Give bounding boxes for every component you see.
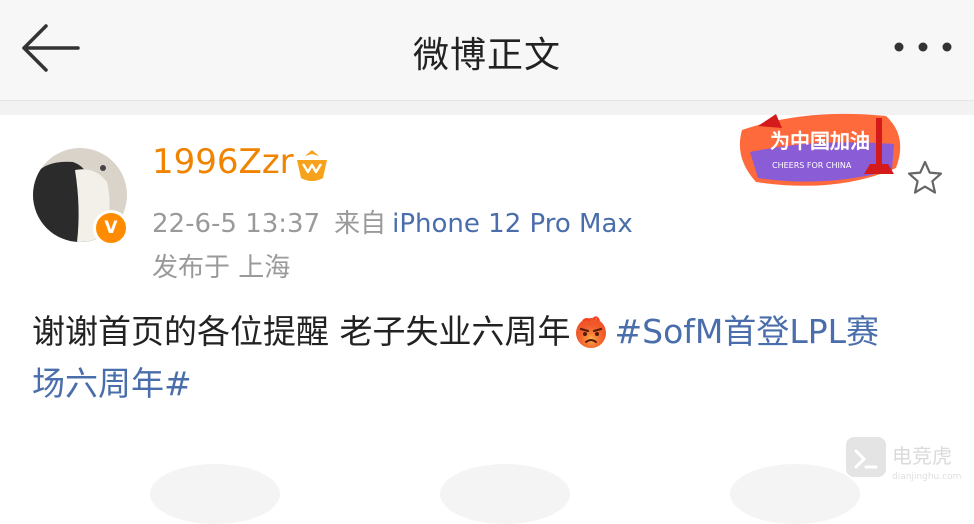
cheers-for-china-badge[interactable]: 为中国加油 CHEERS FOR CHINA	[736, 108, 908, 194]
badge-subtitle: CHEERS FOR CHINA	[772, 161, 852, 170]
post-time: 22-6-5 13:37	[152, 209, 321, 239]
post-location: 发布于 上海	[152, 253, 291, 283]
favorite-button[interactable]	[905, 158, 945, 198]
author-avatar[interactable]: V	[33, 148, 129, 246]
post-device[interactable]: iPhone 12 Pro Max	[392, 209, 633, 239]
action-button-shadow	[730, 464, 860, 524]
angry-emoji-icon	[575, 316, 606, 348]
vip-icon[interactable]	[293, 148, 331, 184]
action-button-shadow	[440, 464, 570, 524]
post-meta: 22-6-5 13:37 来自 iPhone 12 Pro Max	[152, 203, 633, 240]
hashtag-link-continued[interactable]: 场六周年#	[32, 364, 192, 403]
source-prefix: 来自	[334, 209, 387, 239]
top-navigation-bar: 微博正文	[0, 0, 974, 101]
username[interactable]: 1996Zzr	[152, 142, 294, 182]
badge-title: 为中国加油	[770, 129, 870, 153]
more-icon	[894, 42, 952, 52]
hashtag-link[interactable]: #SofM首登LPL赛	[615, 312, 880, 351]
site-watermark: 电竞虎 dianjinghu.com	[846, 437, 961, 482]
page-title: 微博正文	[412, 35, 561, 76]
post-content: 谢谢首页的各位提醒 老子失业六周年 #SofM首登LPL赛场六周年#	[32, 306, 937, 410]
action-button-shadow	[150, 464, 280, 524]
more-button[interactable]	[892, 34, 954, 60]
watermark-url: dianjinghu.com	[892, 472, 961, 482]
star-icon	[907, 160, 943, 194]
post-text: 谢谢首页的各位提醒 老子失业六周年	[32, 312, 571, 351]
verified-badge: V	[93, 210, 129, 246]
watermark-name: 电竞虎	[892, 444, 952, 468]
